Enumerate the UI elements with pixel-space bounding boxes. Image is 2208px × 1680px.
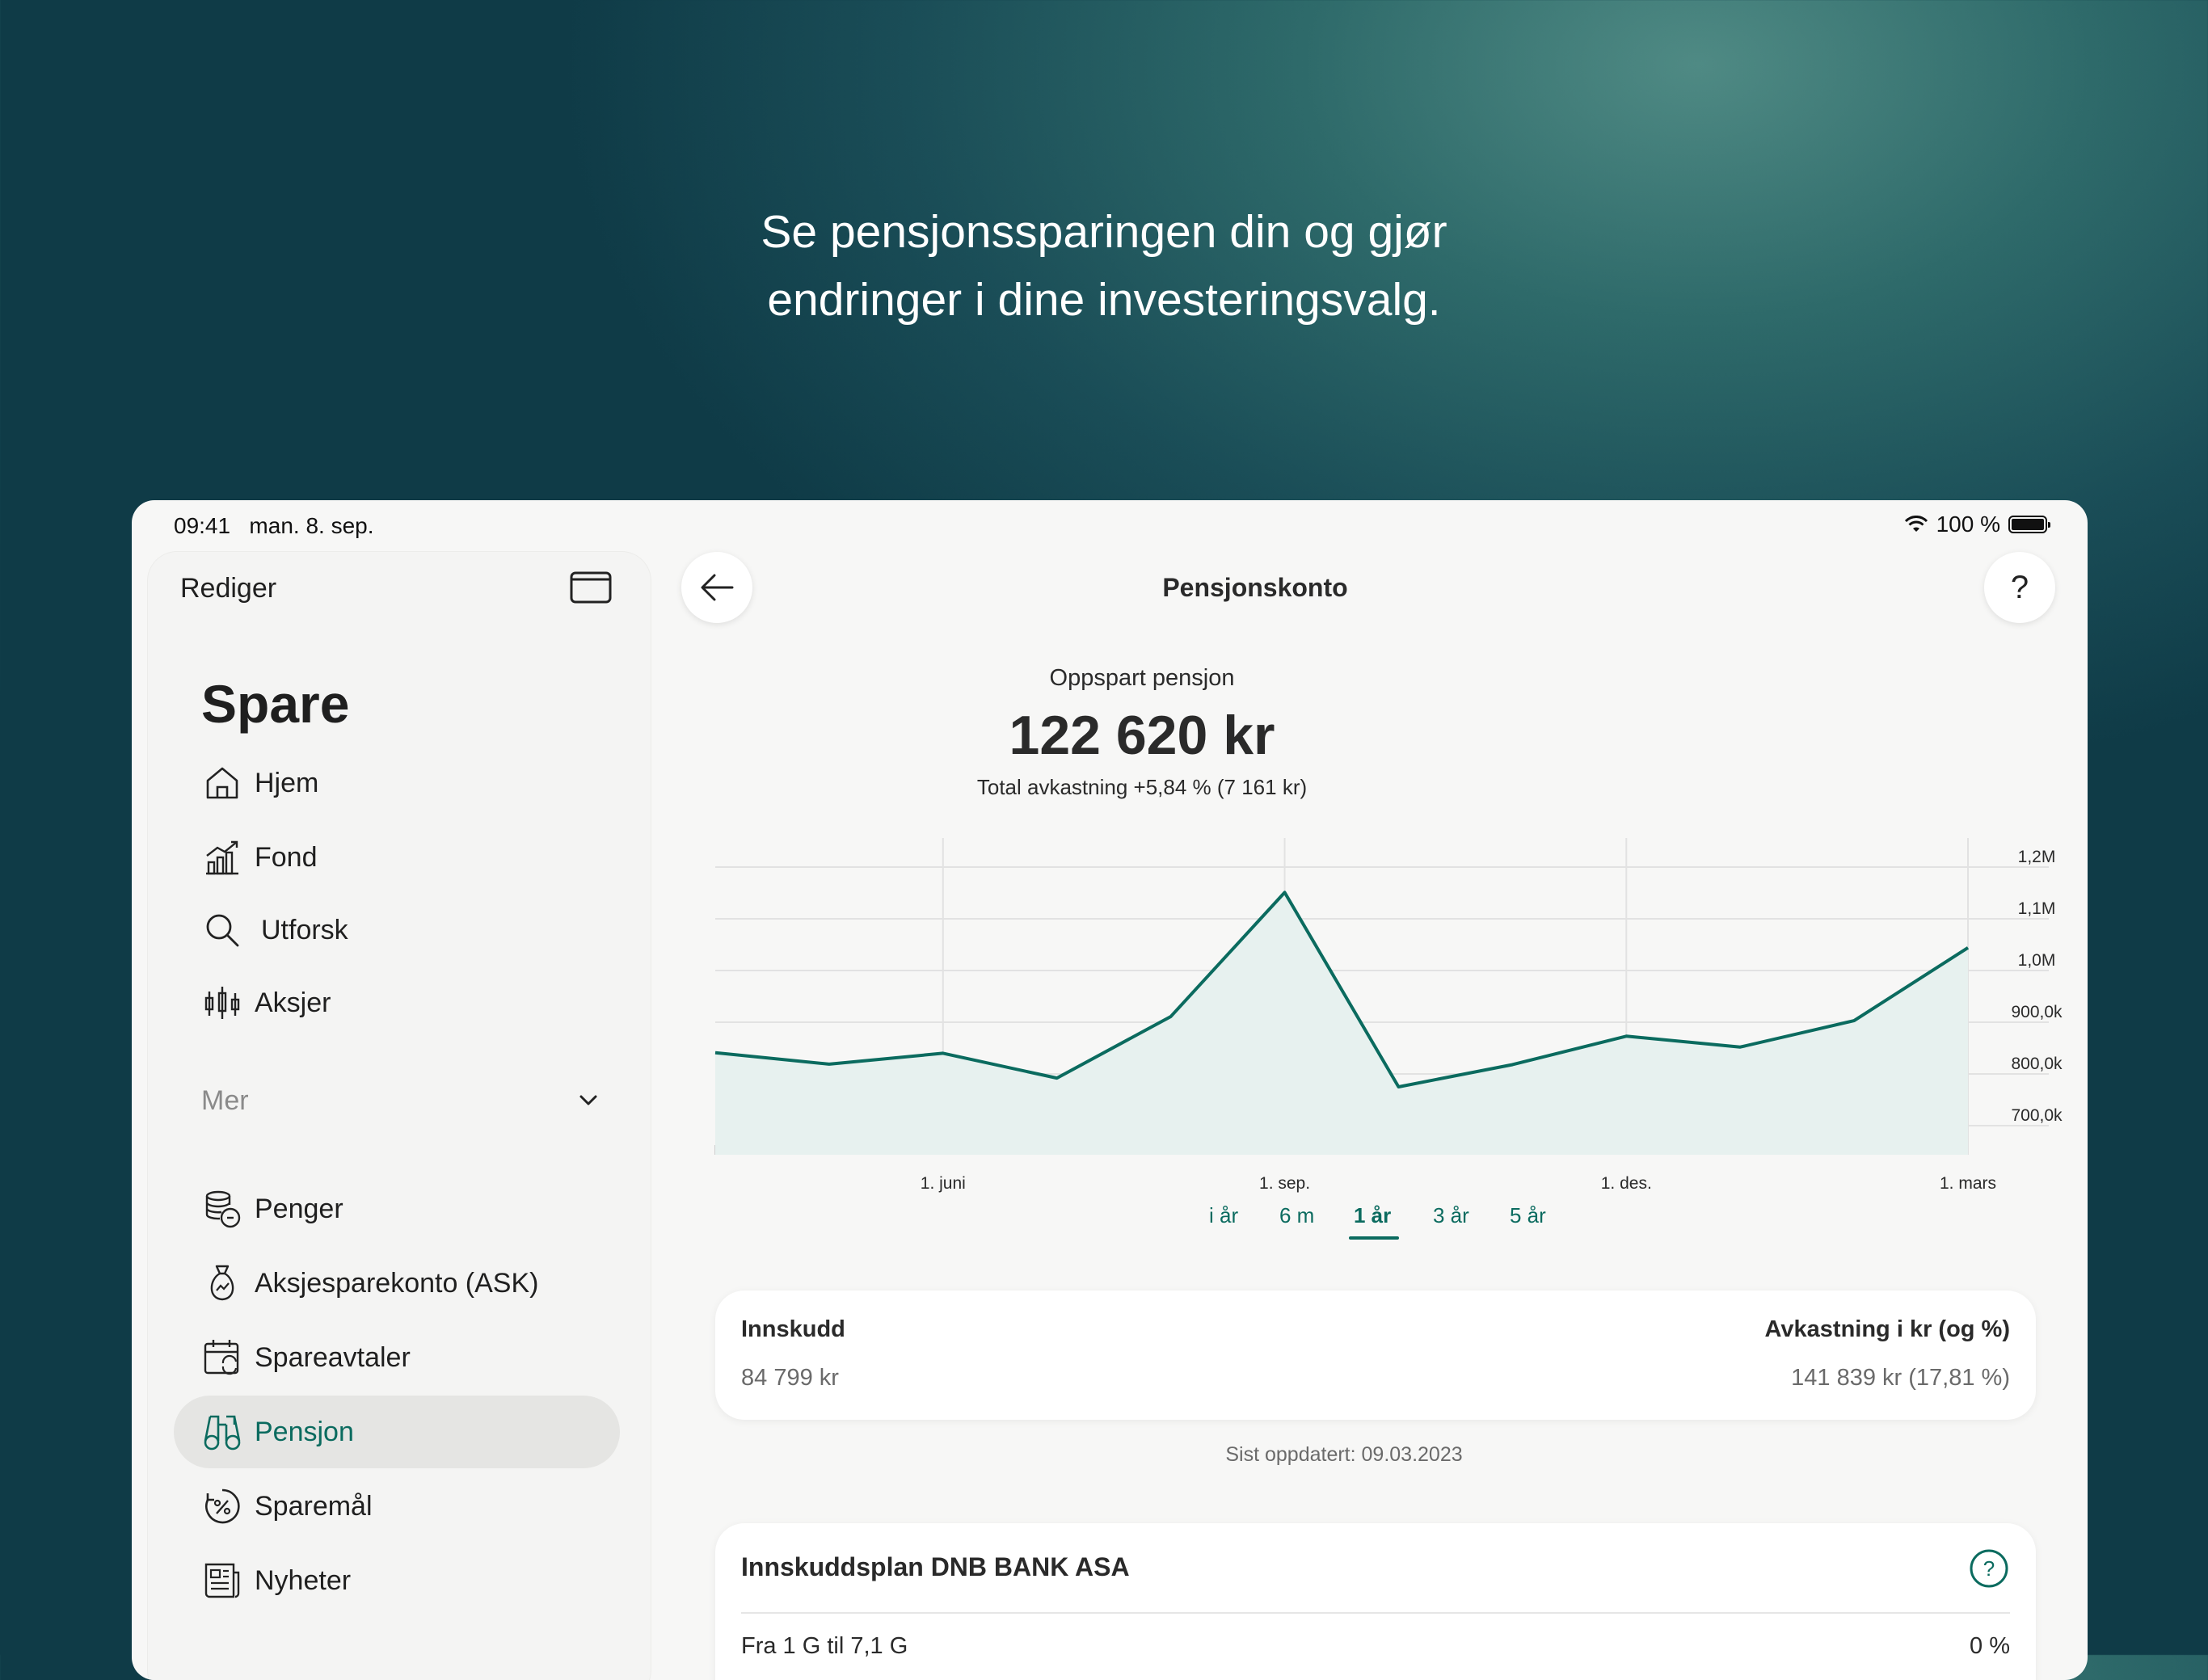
chart-y-tick-label: 1,2M bbox=[2018, 848, 2056, 866]
tablet-screen: 09:41 man. 8. sep. 100 % Rediger Spare H… bbox=[132, 500, 2088, 1680]
chart-y-tick-label: 1,0M bbox=[2018, 951, 2056, 970]
tab-6m[interactable]: 6 m bbox=[1279, 1203, 1314, 1228]
headline-line-2: endringer i dine investeringsvalg. bbox=[0, 266, 2208, 334]
plan-row-value: 0 % bbox=[1970, 1633, 2010, 1660]
tab-i-ar[interactable]: i år bbox=[1209, 1203, 1238, 1228]
plan-help-button[interactable]: ? bbox=[1968, 1547, 2010, 1589]
plan-title: Innskuddsplan DNB BANK ASA bbox=[741, 1552, 1130, 1582]
deposit-card: Innskudd 84 799 kr Avkastning i kr (og %… bbox=[715, 1291, 2036, 1420]
chart-y-tick-label: 900,0k bbox=[2011, 1003, 2063, 1021]
return-title: Avkastning i kr (og %) bbox=[1765, 1316, 2010, 1343]
promo-headline: Se pensjonssparingen din og gjør endring… bbox=[0, 198, 2208, 334]
plan-row-label: Fra 1 G til 7,1 G bbox=[741, 1633, 908, 1660]
chart-x-tick-label: 1. des. bbox=[1601, 1174, 1652, 1193]
sidebar-item-label: Nyheter bbox=[255, 1565, 351, 1597]
sidebar-item-label: Aksjesparekonto (ASK) bbox=[255, 1268, 539, 1299]
active-tab-indicator bbox=[1349, 1236, 1399, 1240]
last-updated: Sist oppdatert: 09.03.2023 bbox=[1053, 1443, 1635, 1467]
sidebar-item-pensjon[interactable]: Pensjon bbox=[174, 1396, 620, 1468]
plan-divider bbox=[741, 1612, 2010, 1614]
newspaper-icon bbox=[201, 1560, 243, 1602]
tab-3-ar[interactable]: 3 år bbox=[1433, 1203, 1469, 1228]
sidebar-item-sparemal[interactable]: Sparemål bbox=[174, 1470, 620, 1543]
binoculars-icon bbox=[201, 1411, 243, 1453]
tab-1-ar[interactable]: 1 år bbox=[1354, 1203, 1391, 1228]
chart-y-tick-label: 700,0k bbox=[2011, 1106, 2063, 1125]
chart-x-tick-label: 1. sep. bbox=[1259, 1174, 1310, 1193]
chart-x-tick-label: 1. juni bbox=[921, 1174, 966, 1193]
return-value: 141 839 kr (17,81 %) bbox=[1791, 1365, 2010, 1392]
calendar-repeat-icon bbox=[201, 1337, 243, 1379]
plan-card: Innskuddsplan DNB BANK ASA ? Fra 1 G til… bbox=[715, 1523, 2036, 1680]
headline-line-1: Se pensjonssparingen din og gjør bbox=[0, 198, 2208, 266]
chart-area bbox=[715, 892, 1968, 1155]
sidebar-item-label: Spareavtaler bbox=[255, 1342, 411, 1374]
chart-y-tick-label: 1,1M bbox=[2018, 899, 2056, 918]
svg-text:?: ? bbox=[1983, 1556, 1995, 1581]
sidebar-item-spareavtaler[interactable]: Spareavtaler bbox=[174, 1321, 620, 1394]
percent-target-icon bbox=[201, 1485, 243, 1527]
tab-5-ar[interactable]: 5 år bbox=[1510, 1203, 1546, 1228]
question-circle-icon: ? bbox=[1969, 1548, 2009, 1589]
money-bag-icon bbox=[201, 1262, 243, 1304]
deposit-title: Innskudd bbox=[741, 1316, 845, 1343]
chart-y-tick-label: 800,0k bbox=[2011, 1055, 2063, 1073]
sidebar-item-nyheter[interactable]: Nyheter bbox=[174, 1544, 620, 1617]
deposit-value: 84 799 kr bbox=[741, 1365, 839, 1392]
sidebar-item-ask[interactable]: Aksjesparekonto (ASK) bbox=[174, 1247, 620, 1320]
chart-x-tick-label: 1. mars bbox=[1940, 1174, 1996, 1193]
pension-chart: 1,2M 1,1M 1,0M 900,0k 800,0k 700,0k 1. juni 1. … bbox=[132, 500, 2088, 1211]
sidebar-item-label: Pensjon bbox=[255, 1417, 354, 1448]
sidebar-item-label: Sparemål bbox=[255, 1491, 373, 1522]
